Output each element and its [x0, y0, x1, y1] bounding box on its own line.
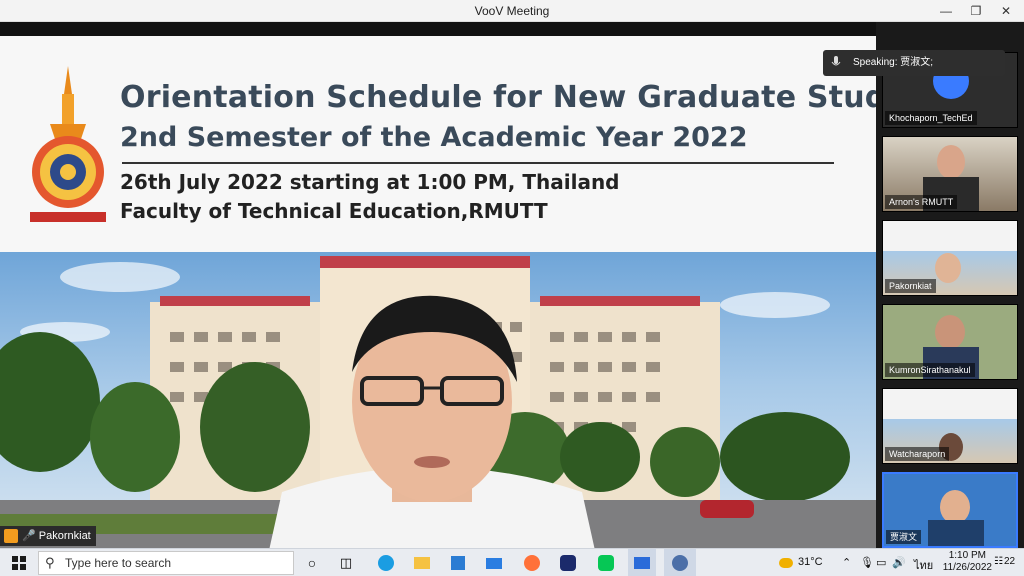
language-indicator[interactable]: ไทย: [914, 556, 933, 574]
banner-divider: [122, 162, 834, 164]
banner-subtitle: 2nd Semester of the Academic Year 2022: [120, 122, 748, 153]
volume-icon[interactable]: 🔊: [892, 556, 906, 569]
main-speaker-label: 🎤 Pakornkiat: [0, 526, 96, 546]
windows-start-icon[interactable]: [6, 549, 32, 576]
search-icon: ⚲: [45, 555, 55, 570]
participant-name: KumronSirathanakul: [885, 363, 975, 377]
edge-icon[interactable]: [372, 549, 400, 576]
mic-icon: 🎤: [22, 530, 36, 542]
mic-icon: [831, 56, 841, 66]
minimize-icon[interactable]: —: [932, 0, 960, 22]
speaker-video: [269, 295, 595, 548]
taskbar: ⚲ Type here to search ○ ◫ 31°C ⌃ 🎙 ▭ 🔊 ไ…: [0, 548, 1024, 576]
notification-icon[interactable]: ☷22: [994, 556, 1015, 567]
participant-tile[interactable]: Pakornkiat: [882, 220, 1018, 296]
cortana-icon[interactable]: ○: [300, 549, 324, 576]
participant-tile-active[interactable]: 贾淑文: [882, 472, 1018, 548]
firefox-icon[interactable]: [518, 549, 546, 576]
banner-date: 26th July 2022 starting at 1:00 PM, Thai…: [120, 170, 620, 194]
weather-icon[interactable]: [776, 549, 796, 576]
participant-tile[interactable]: Arnon's RMUTT: [882, 136, 1018, 212]
weather-temp[interactable]: 31°C: [798, 556, 823, 568]
host-icon: [4, 529, 18, 544]
chevron-up-icon[interactable]: ⌃: [842, 556, 851, 569]
shared-screen: Orientation Schedule for New Graduate St…: [0, 22, 876, 548]
participant-tile[interactable]: KumronSirathanakul: [882, 304, 1018, 380]
close-icon[interactable]: ✕: [992, 0, 1020, 22]
microphone-icon[interactable]: 🎙: [860, 556, 874, 569]
banner-title: Orientation Schedule for New Graduate St…: [120, 80, 876, 115]
task-view-icon[interactable]: ◫: [334, 549, 358, 576]
mail-icon[interactable]: [480, 549, 508, 576]
window-title: VooV Meeting: [474, 4, 550, 18]
system-clock[interactable]: 1:10 PM 11/26/2022: [943, 550, 992, 574]
participant-name: Arnon's RMUTT: [885, 195, 958, 209]
network-icon[interactable]: ▭: [876, 556, 886, 569]
file-explorer-icon[interactable]: [408, 549, 436, 576]
presentation-banner: Orientation Schedule for New Graduate St…: [0, 36, 876, 252]
university-logo-icon: [30, 66, 106, 222]
participant-tile[interactable]: Watcharaporn: [882, 388, 1018, 464]
banner-faculty: Faculty of Technical Education,RMUTT: [120, 199, 548, 223]
participant-panel: Khochaporn_TechEd Arnon's RMUTT Pakornki…: [876, 22, 1024, 548]
participant-name: Khochaporn_TechEd: [885, 111, 977, 125]
webex-icon[interactable]: [554, 549, 582, 576]
line-icon[interactable]: [592, 549, 620, 576]
restore-icon[interactable]: ❐: [962, 0, 990, 22]
store-icon[interactable]: [444, 549, 472, 576]
app-icon[interactable]: [664, 549, 696, 576]
voov-icon[interactable]: [628, 549, 656, 576]
title-bar: VooV Meeting — ❐ ✕: [0, 0, 1024, 22]
speaking-indicator: Speaking: 贾淑文;: [823, 50, 1005, 76]
search-input[interactable]: ⚲ Type here to search: [38, 551, 294, 575]
participant-name: Watcharaporn: [885, 447, 950, 461]
participant-name: Pakornkiat: [885, 279, 936, 293]
participant-name: 贾淑文: [886, 530, 922, 544]
voov-meeting-window: VooV Meeting — ❐ ✕ Orientation Schedule …: [0, 0, 1024, 576]
